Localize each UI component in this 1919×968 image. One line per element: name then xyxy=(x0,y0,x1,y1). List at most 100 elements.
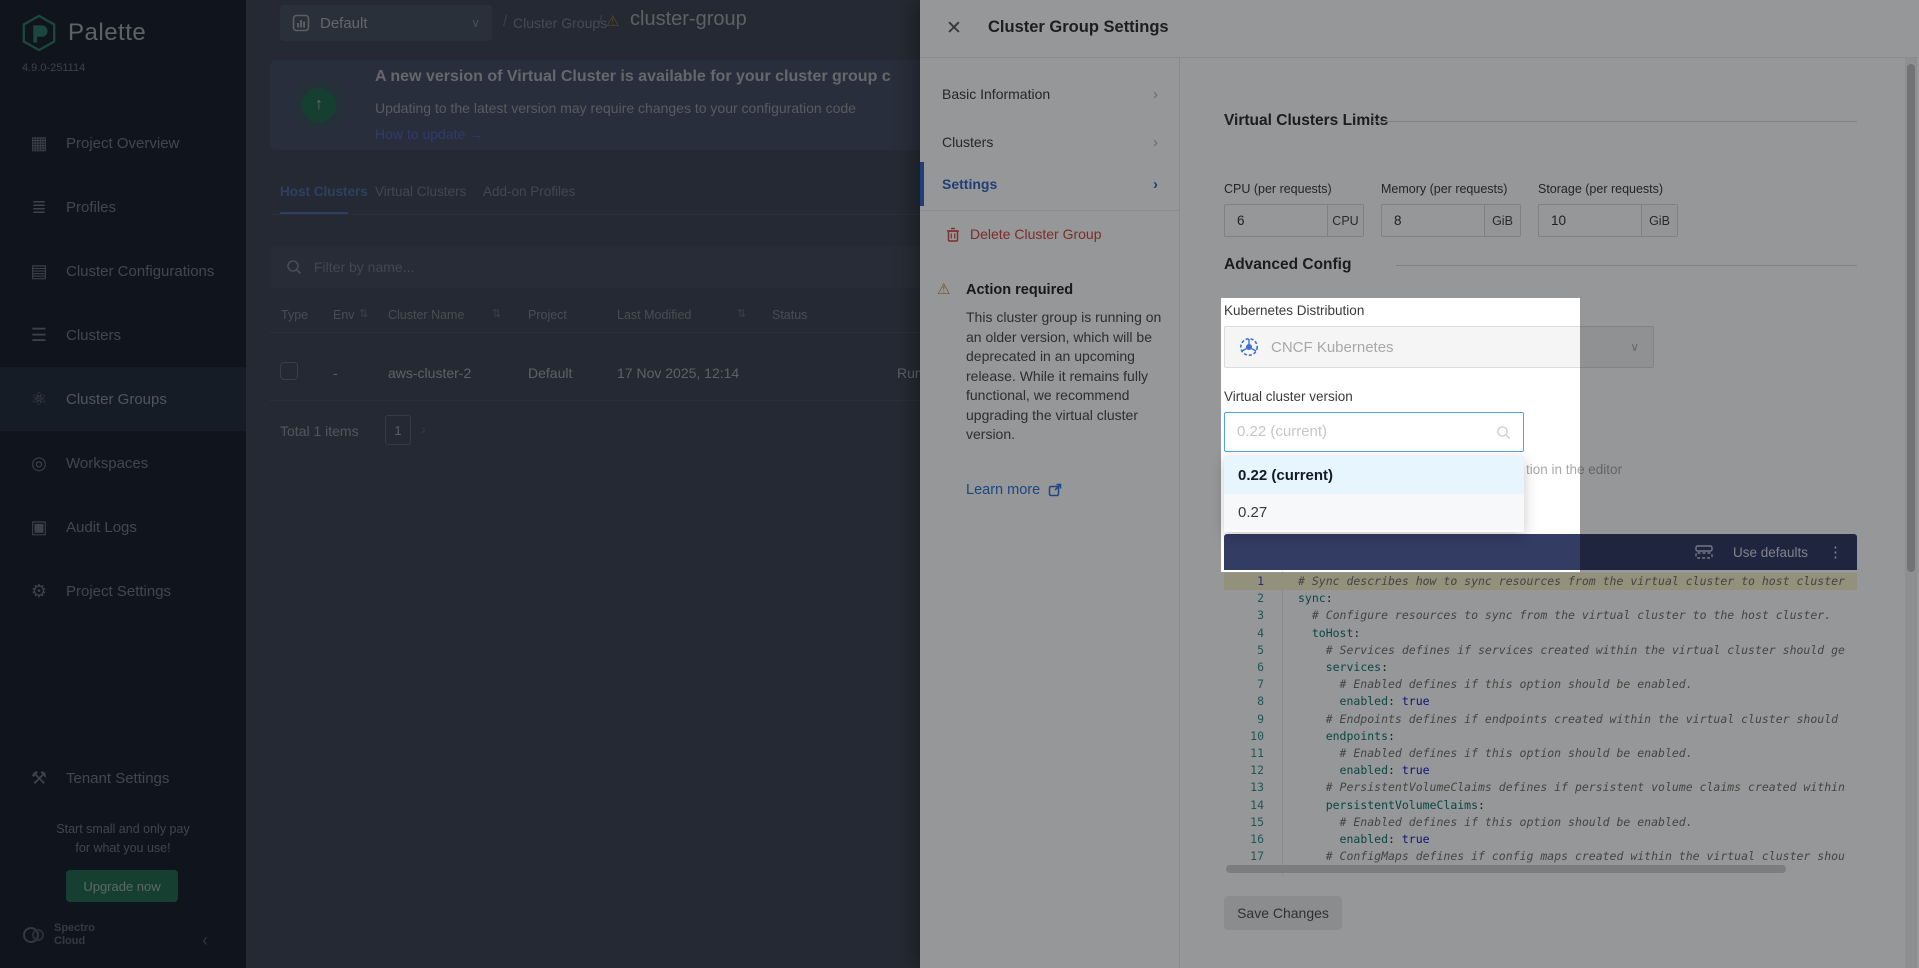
chevron-right-icon: › xyxy=(1153,176,1158,193)
version-option-current[interactable]: 0.22 (current) xyxy=(1224,456,1524,494)
version-input[interactable] xyxy=(1237,413,1487,450)
line-content: # Enabled defines if this option should … xyxy=(1298,814,1693,831)
line-number: 16 xyxy=(1224,831,1264,848)
learn-more-link[interactable]: Learn more xyxy=(966,482,1062,498)
drawer-nav-settings[interactable]: Settings › xyxy=(920,162,1180,206)
drawer-backdrop[interactable] xyxy=(0,0,920,968)
code-line-2: 2 sync: xyxy=(1224,590,1857,607)
line-number: 5 xyxy=(1224,642,1264,659)
line-content: # ConfigMaps defines if config maps crea… xyxy=(1298,848,1845,865)
chevron-right-icon: › xyxy=(1153,86,1158,103)
cpu-unit: CPU xyxy=(1327,205,1363,236)
line-content: endpoints: xyxy=(1298,728,1395,745)
line-number: 4 xyxy=(1224,625,1264,642)
line-content: services: xyxy=(1298,659,1388,676)
storage-field: GiB xyxy=(1538,204,1678,237)
memory-unit: GiB xyxy=(1484,205,1520,236)
code-line-7: 7 # Enabled defines if this option shoul… xyxy=(1224,676,1857,693)
virtual-cluster-version-label: Virtual cluster version xyxy=(1224,389,1353,404)
line-number: 17 xyxy=(1224,848,1264,865)
memory-field: GiB xyxy=(1381,204,1521,237)
warning-title: Action required xyxy=(966,282,1073,298)
active-nav-indicator xyxy=(920,162,924,206)
editor-hint-text-fragment: tion in the editor xyxy=(1526,462,1622,477)
limits-section-title: Virtual Clusters Limits xyxy=(1224,112,1388,130)
line-number: 8 xyxy=(1224,693,1264,710)
drawer-title: Cluster Group Settings xyxy=(988,18,1169,37)
section-divider xyxy=(1396,265,1857,266)
line-number: 2 xyxy=(1224,590,1264,607)
code-line-11: 11 # Enabled defines if this option shou… xyxy=(1224,745,1857,762)
line-number: 9 xyxy=(1224,711,1264,728)
drawer-scrollbar-thumb[interactable] xyxy=(1907,64,1915,572)
cluster-group-settings-drawer: ✕ Cluster Group Settings Basic Informati… xyxy=(920,0,1919,968)
k8s-distribution-select[interactable]: CNCF Kubernetes ∨ xyxy=(1224,326,1654,368)
drawer-nav: Basic Information › Clusters › Settings … xyxy=(920,58,1180,968)
external-link-icon xyxy=(1048,483,1062,497)
app-window: Palette 4.9.0-251114 ▦Project Overview≣P… xyxy=(0,0,1919,968)
code-line-10: 10 endpoints: xyxy=(1224,728,1857,745)
chevron-right-icon: › xyxy=(1153,134,1158,151)
drawer-nav-clusters[interactable]: Clusters › xyxy=(920,120,1180,164)
code-line-4: 4 toHost: xyxy=(1224,625,1857,642)
code-line-14: 14 persistentVolumeClaims: xyxy=(1224,797,1857,814)
section-divider xyxy=(1372,121,1857,122)
line-content: sync: xyxy=(1298,590,1333,607)
nav-item-label: Basic Information xyxy=(942,86,1153,102)
line-number: 11 xyxy=(1224,745,1264,762)
line-content: # PersistentVolumeClaims defines if pers… xyxy=(1298,779,1845,796)
kebab-menu-icon[interactable]: ⋮ xyxy=(1828,543,1843,561)
line-number: 12 xyxy=(1224,762,1264,779)
line-content: enabled: true xyxy=(1298,831,1430,848)
code-line-16: 16 enabled: true xyxy=(1224,831,1857,848)
code-line-15: 15 # Enabled defines if this option shou… xyxy=(1224,814,1857,831)
line-content: # Endpoints defines if endpoints created… xyxy=(1298,711,1838,728)
line-content: # Enabled defines if this option should … xyxy=(1298,745,1693,762)
code-line-5: 5 # Services defines if services created… xyxy=(1224,642,1857,659)
version-option-027[interactable]: 0.27 xyxy=(1224,494,1524,530)
editor-toolbar: Use defaults ⋮ xyxy=(1224,534,1857,570)
code-line-3: 3 # Configure resources to sync from the… xyxy=(1224,607,1857,624)
use-defaults-button[interactable]: Use defaults xyxy=(1733,545,1808,560)
line-number: 15 xyxy=(1224,814,1264,831)
warning-triangle-icon: ⚠ xyxy=(937,280,950,298)
kubernetes-icon xyxy=(1239,337,1259,357)
line-number: 3 xyxy=(1224,607,1264,624)
line-number: 14 xyxy=(1224,797,1264,814)
line-number: 1 xyxy=(1224,573,1264,590)
cpu-input[interactable] xyxy=(1225,205,1327,236)
line-content: toHost: xyxy=(1298,625,1360,642)
drawer-header: ✕ Cluster Group Settings xyxy=(920,0,1919,58)
line-content: # Sync describes how to sync resources f… xyxy=(1298,573,1845,590)
version-dropdown-panel: 0.22 (current) 0.27 xyxy=(1224,456,1524,532)
line-content: enabled: true xyxy=(1298,762,1430,779)
drawer-nav-basic-information[interactable]: Basic Information › xyxy=(920,72,1180,116)
line-number: 7 xyxy=(1224,676,1264,693)
code-line-8: 8 enabled: true xyxy=(1224,693,1857,710)
k8s-distribution-value: CNCF Kubernetes xyxy=(1271,339,1618,356)
editor-horizontal-scrollbar[interactable] xyxy=(1226,865,1786,873)
code-line-6: 6 services: xyxy=(1224,659,1857,676)
nav-item-label: Clusters xyxy=(942,134,1153,150)
close-icon[interactable]: ✕ xyxy=(946,17,962,40)
code-line-13: 13 # PersistentVolumeClaims defines if p… xyxy=(1224,779,1857,796)
code-line-9: 9 # Endpoints defines if endpoints creat… xyxy=(1224,711,1857,728)
code-line-17: 17 # ConfigMaps defines if config maps c… xyxy=(1224,848,1857,865)
delete-cluster-group-button[interactable]: Delete Cluster Group xyxy=(946,226,1102,242)
chevron-down-icon: ∨ xyxy=(1630,340,1639,354)
save-changes-button[interactable]: Save Changes xyxy=(1224,896,1342,930)
advanced-section-title: Advanced Config xyxy=(1224,256,1351,274)
nav-item-label: Settings xyxy=(942,176,1153,192)
diff-editor-icon[interactable] xyxy=(1695,545,1713,559)
memory-label: Memory (per requests) xyxy=(1381,182,1507,196)
storage-input[interactable] xyxy=(1539,205,1641,236)
storage-unit: GiB xyxy=(1641,205,1677,236)
code-line-12: 12 enabled: true xyxy=(1224,762,1857,779)
memory-input[interactable] xyxy=(1382,205,1484,236)
line-content: enabled: true xyxy=(1298,693,1430,710)
yaml-code-editor[interactable]: 1 # Sync describes how to sync resources … xyxy=(1224,570,1857,876)
line-content: persistentVolumeClaims: xyxy=(1298,797,1485,814)
delete-label: Delete Cluster Group xyxy=(970,226,1102,242)
cpu-field: CPU xyxy=(1224,204,1364,237)
nav-divider xyxy=(920,210,1180,211)
